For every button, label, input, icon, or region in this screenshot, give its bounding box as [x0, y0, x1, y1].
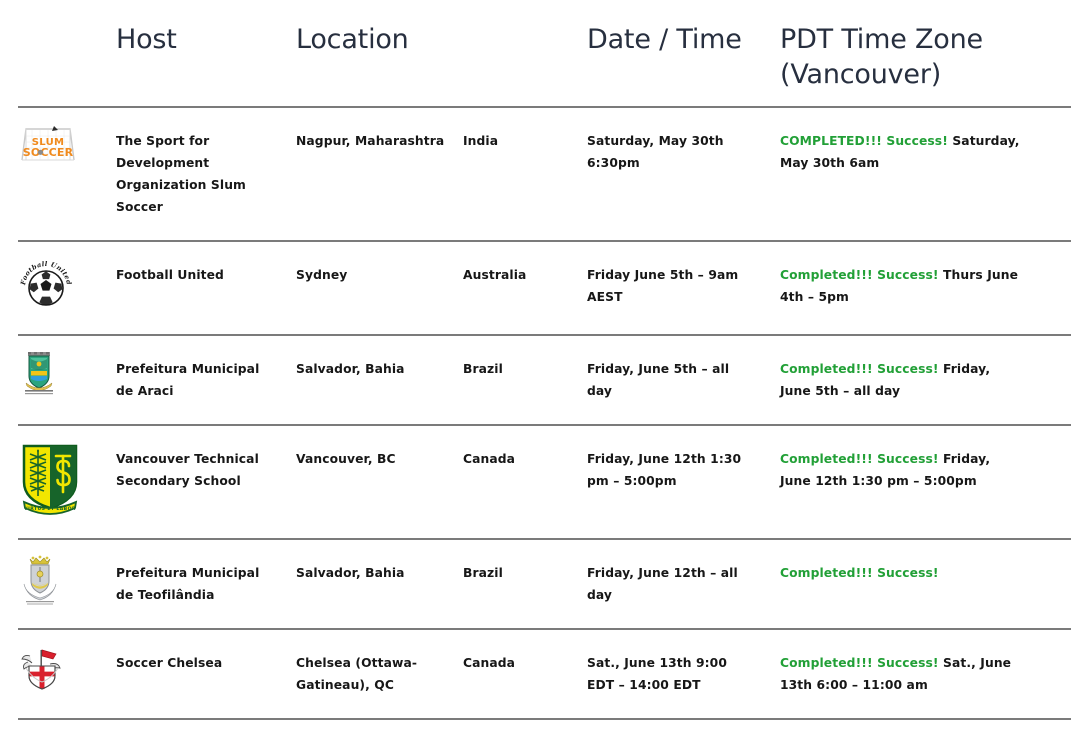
football-united-logo: Football United — [19, 260, 73, 306]
location-name: Chelsea (Ottawa-Gatineau), QC — [296, 656, 418, 692]
country-name: Australia — [463, 268, 527, 282]
table-body: SLUM SOCCER The Sport for Development Or… — [0, 107, 1071, 719]
prefeitura-araci-logo — [25, 352, 53, 395]
events-table: Host Location Date / Time PDT Time Zone … — [0, 0, 1071, 720]
pdt-timezone-cell: Completed!!! Success! Sat., June 13th 6:… — [780, 629, 1071, 719]
soccer-chelsea-logo — [21, 649, 61, 690]
column-header-datetime: Date / Time — [587, 24, 742, 55]
host-logo-cell — [0, 539, 98, 629]
pdt-timezone-cell: Completed!!! Success! Friday, June 12th … — [780, 425, 1071, 539]
vancouver-technical-logo: VIRTUS ET LABOR — [22, 444, 78, 515]
country-name: Canada — [463, 452, 516, 466]
prefeitura-teofilandia-logo — [23, 555, 57, 605]
host-logo-cell — [0, 629, 98, 719]
host-name: Vancouver Technical Secondary School — [116, 452, 259, 488]
pdt-timezone-cell: Completed!!! Success! Thurs June 4th – 5… — [780, 241, 1071, 335]
pdt-timezone-cell: Completed!!! Success! Friday, June 5th –… — [780, 335, 1071, 425]
schedule-table-page: Host Location Date / Time PDT Time Zone … — [0, 0, 1071, 746]
location-name: Nagpur, Maharashtra — [296, 134, 445, 148]
local-datetime: Saturday, May 30th 6:30pm — [587, 134, 724, 170]
host-name: Prefeitura Municipal de Araci — [116, 362, 260, 398]
column-header-pdt: PDT Time Zone (Vancouver) — [780, 24, 983, 90]
country-name: Brazil — [463, 362, 503, 376]
table-row: VIRTUS ET LABOR Vancouver Technical Seco… — [0, 425, 1071, 539]
table-header: Host Location Date / Time PDT Time Zone … — [0, 0, 1071, 107]
host-name: The Sport for Development Organization S… — [116, 134, 246, 214]
host-logo-cell: VIRTUS ET LABOR — [0, 425, 98, 539]
table-row: Football United Football United Sydney Aus… — [0, 241, 1071, 335]
svg-text:SOCCER: SOCCER — [23, 146, 74, 159]
svg-text:VIRTUS ET LABOR: VIRTUS ET LABOR — [24, 506, 76, 512]
status-badge: Completed!!! Success! — [780, 566, 939, 580]
location-name: Sydney — [296, 268, 348, 282]
host-name: Football United — [116, 268, 224, 282]
table-row: Prefeitura Municipal de Araci Salvador, B… — [0, 335, 1071, 425]
column-header-location: Location — [296, 24, 409, 55]
host-logo-cell — [0, 335, 98, 425]
local-datetime: Friday June 5th – 9am AEST — [587, 268, 739, 304]
country-name: Canada — [463, 656, 516, 670]
location-name: Salvador, Bahia — [296, 362, 405, 376]
host-name: Prefeitura Municipal de Teofilândia — [116, 566, 260, 602]
pdt-timezone-cell: COMPLETED!!! Success! Saturday, May 30th… — [780, 107, 1071, 241]
header-row: Host Location Date / Time PDT Time Zone … — [0, 0, 1071, 107]
country-name: Brazil — [463, 566, 503, 580]
status-badge: Completed!!! Success! — [780, 268, 939, 282]
status-badge: Completed!!! Success! — [780, 452, 939, 466]
local-datetime: Friday, June 12th – all day — [587, 566, 738, 602]
slum-soccer-logo: SLUM SOCCER — [18, 122, 78, 162]
table-row: Prefeitura Municipal de Teofilândia Salva… — [0, 539, 1071, 629]
local-datetime: Friday, June 5th – all day — [587, 362, 730, 398]
host-name: Soccer Chelsea — [116, 656, 223, 670]
local-datetime: Sat., June 13th 9:00 EDT – 14:00 EDT — [587, 656, 727, 692]
table-row: Soccer Chelsea Chelsea (Ottawa-Gatineau),… — [0, 629, 1071, 719]
location-name: Salvador, Bahia — [296, 566, 405, 580]
table-row: SLUM SOCCER The Sport for Development Or… — [0, 107, 1071, 241]
pdt-timezone-cell: Completed!!! Success! — [780, 539, 1071, 629]
status-badge: COMPLETED!!! Success! — [780, 134, 948, 148]
host-logo-cell: SLUM SOCCER — [0, 107, 98, 241]
location-name: Vancouver, BC — [296, 452, 396, 466]
status-badge: Completed!!! Success! — [780, 656, 939, 670]
status-badge: Completed!!! Success! — [780, 362, 939, 376]
host-logo-cell: Football United — [0, 241, 98, 335]
column-header-logo — [0, 0, 98, 107]
column-header-country — [463, 0, 587, 107]
column-header-host: Host — [116, 24, 177, 55]
country-name: India — [463, 134, 499, 148]
local-datetime: Friday, June 12th 1:30 pm – 5:00pm — [587, 452, 742, 488]
